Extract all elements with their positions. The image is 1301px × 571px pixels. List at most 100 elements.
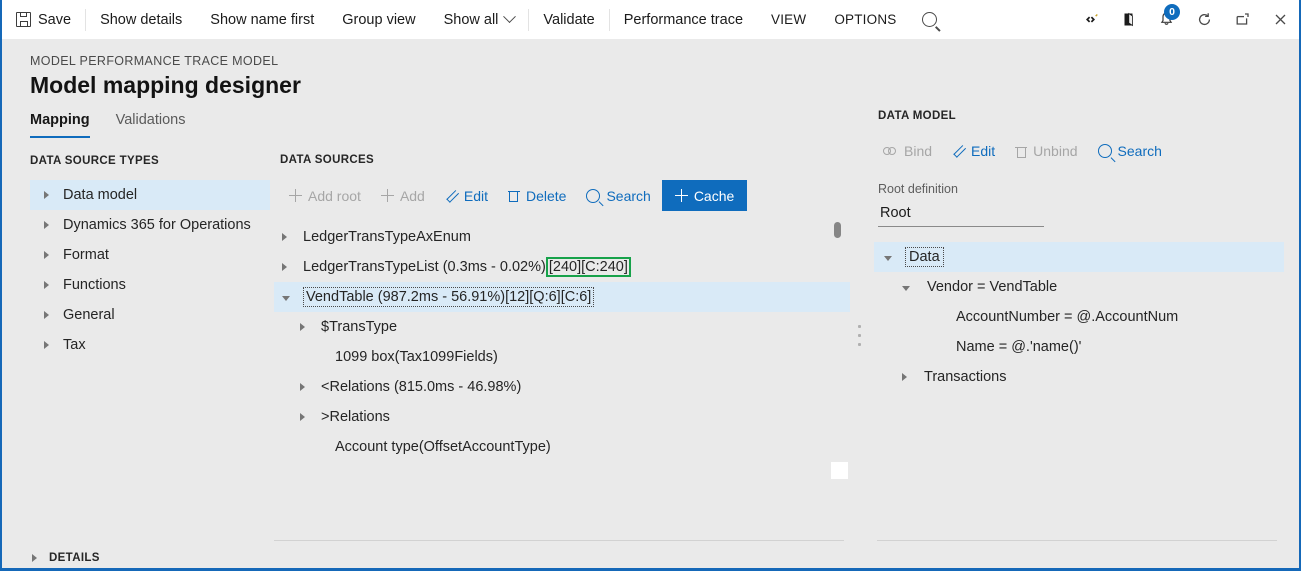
- plus-icon: [674, 189, 688, 202]
- chevron-right-icon: [44, 221, 49, 229]
- command-bar: Save Show details Show name first Group …: [2, 0, 1299, 40]
- chevron-right-icon[interactable]: [300, 383, 305, 391]
- search-icon: [922, 12, 937, 27]
- tree-node-label: >Relations: [321, 409, 390, 425]
- scrollbar-thumb[interactable]: [834, 222, 841, 238]
- tree-row[interactable]: Name = @.'name()': [874, 332, 1284, 362]
- chevron-right-icon[interactable]: [300, 323, 305, 331]
- search-button[interactable]: Search: [577, 181, 659, 211]
- page-header: MODEL PERFORMANCE TRACE MODEL Model mapp…: [2, 39, 1299, 141]
- sidebar-item-functions[interactable]: Functions: [30, 270, 270, 300]
- table-row[interactable]: <Relations (815.0ms - 46.98%): [274, 372, 850, 402]
- search-icon-button[interactable]: [911, 0, 949, 39]
- chevron-right-icon: [44, 341, 49, 349]
- data-sources-divider: [274, 540, 844, 541]
- sidebar-item-general[interactable]: General: [30, 300, 270, 330]
- group-view-label: Group view: [342, 11, 416, 28]
- tree-node-label: Vendor = VendTable: [927, 279, 1058, 295]
- sidebar-item-data-model[interactable]: Data model: [30, 180, 270, 210]
- close-button[interactable]: [1261, 0, 1299, 39]
- show-details-button[interactable]: Show details: [86, 0, 196, 39]
- data-source-types-caption: DATA SOURCE TYPES: [30, 155, 160, 167]
- show-name-first-label: Show name first: [210, 11, 315, 28]
- show-all-label: Show all: [443, 11, 499, 28]
- search-model-button[interactable]: Search: [1089, 136, 1171, 166]
- chevron-right-icon[interactable]: [902, 373, 907, 381]
- pencil-icon: [445, 189, 458, 202]
- view-menu[interactable]: VIEW: [757, 0, 820, 39]
- sidebar-item-label: General: [63, 307, 115, 323]
- sidebar-item-format[interactable]: Format: [30, 240, 270, 270]
- table-row[interactable]: $TransType: [274, 312, 850, 342]
- edit-binding-button[interactable]: Edit: [943, 136, 1004, 166]
- table-row[interactable]: VendTable (987.2ms - 56.91%)[12][Q:6][C:…: [274, 282, 850, 312]
- data-sources-scrollbar[interactable]: [834, 222, 843, 472]
- add-root-button[interactable]: Add root: [280, 181, 370, 211]
- performance-trace-label: Performance trace: [623, 11, 744, 28]
- sidebar-item-tax[interactable]: Tax: [30, 330, 270, 360]
- chevron-down-icon[interactable]: [902, 285, 910, 291]
- options-menu[interactable]: OPTIONS: [820, 0, 910, 39]
- chevron-right-icon[interactable]: [300, 413, 305, 421]
- tree-row[interactable]: Data: [874, 242, 1284, 272]
- tab-mapping[interactable]: Mapping: [30, 112, 90, 138]
- table-row[interactable]: 1099 box(Tax1099Fields): [274, 342, 850, 372]
- tree-node-label: Account type(OffsetAccountType): [335, 439, 551, 455]
- data-source-types-list: Data model Dynamics 365 for Operations F…: [30, 180, 270, 360]
- sidebar-item-dynamics-365-for-operations[interactable]: Dynamics 365 for Operations: [30, 210, 270, 240]
- chevron-right-icon[interactable]: [282, 263, 287, 271]
- performance-trace-button[interactable]: Performance trace: [610, 0, 757, 39]
- details-section-toggle[interactable]: DETAILS: [32, 552, 100, 564]
- validate-button[interactable]: Validate: [529, 0, 608, 39]
- tree-row[interactable]: AccountNumber = @.AccountNum: [874, 302, 1284, 332]
- popout-button[interactable]: [1223, 0, 1261, 39]
- add-button[interactable]: Add: [372, 181, 434, 211]
- tab-validations[interactable]: Validations: [116, 112, 186, 138]
- search-model-label: Search: [1117, 143, 1162, 159]
- link-icon: [883, 146, 898, 157]
- help-button[interactable]: [1109, 0, 1147, 39]
- command-bar-spacer: [949, 0, 1072, 39]
- table-row[interactable]: >Relations: [274, 402, 850, 432]
- group-view-button[interactable]: Group view: [328, 0, 429, 39]
- refresh-icon: [1198, 13, 1210, 26]
- chevron-down-icon[interactable]: [884, 255, 892, 261]
- show-all-button[interactable]: Show all: [430, 0, 529, 39]
- data-model-tree: Data Vendor = VendTable AccountNumber = …: [874, 242, 1284, 392]
- edit-button[interactable]: Edit: [436, 181, 497, 211]
- table-row[interactable]: LedgerTransTypeAxEnum: [274, 222, 850, 252]
- resize-handle[interactable]: [831, 462, 848, 479]
- show-name-first-button[interactable]: Show name first: [196, 0, 328, 39]
- tree-node-label: Transactions: [924, 369, 1007, 385]
- delete-button[interactable]: Delete: [499, 181, 575, 211]
- tree-node-highlight-badge: [240][C:240]: [545, 257, 631, 277]
- tree-node-label: AccountNumber = @.AccountNum: [956, 309, 1179, 325]
- edit-binding-label: Edit: [971, 143, 996, 159]
- root-definition-field[interactable]: Root: [878, 202, 1044, 227]
- data-model-toolbar: Bind Edit Unbind Search: [874, 136, 1171, 166]
- table-row[interactable]: Account type(OffsetAccountType): [274, 432, 850, 462]
- chevron-right-icon[interactable]: [282, 233, 287, 241]
- plus-icon: [380, 189, 394, 202]
- refresh-button[interactable]: [1185, 0, 1223, 39]
- add-root-label: Add root: [308, 187, 361, 204]
- panel-splitter[interactable]: [858, 325, 862, 353]
- table-row[interactable]: LedgerTransTypeList (0.3ms - 0.02%) [240…: [274, 252, 850, 282]
- tree-node-label: Data: [905, 247, 944, 267]
- notifications-button[interactable]: 0: [1147, 0, 1185, 39]
- delete-label: Delete: [525, 187, 567, 204]
- cache-button[interactable]: Cache: [661, 180, 748, 211]
- data-sources-toolbar: Add root Add Edit Delete Search Cache: [280, 180, 748, 211]
- settings-button[interactable]: [1071, 0, 1109, 39]
- sidebar-item-label: Functions: [63, 277, 126, 293]
- bind-button[interactable]: Bind: [874, 136, 941, 166]
- tree-row[interactable]: Transactions: [874, 362, 1284, 392]
- sidebar-item-label: Dynamics 365 for Operations: [63, 217, 251, 233]
- chevron-down-icon[interactable]: [282, 295, 290, 301]
- unbind-button[interactable]: Unbind: [1006, 136, 1086, 166]
- tree-row[interactable]: Vendor = VendTable: [874, 272, 1284, 302]
- save-button[interactable]: Save: [2, 0, 85, 39]
- chevron-right-icon: [44, 191, 49, 199]
- pencil-icon: [952, 145, 965, 158]
- validate-label: Validate: [543, 11, 595, 28]
